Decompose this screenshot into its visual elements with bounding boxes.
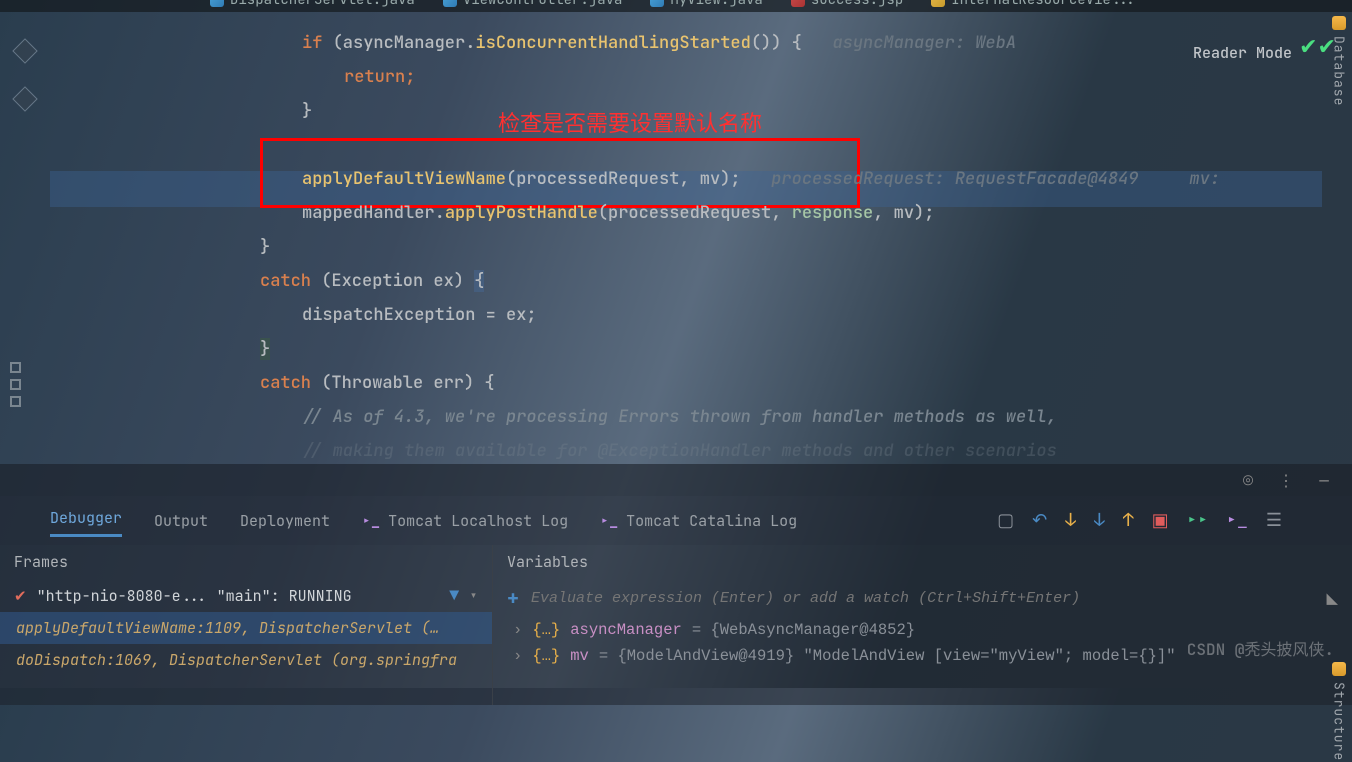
step-over-icon[interactable]: ↓ xyxy=(1065,509,1076,532)
filter-icon[interactable]: ▼ xyxy=(449,585,459,606)
run-to-cursor-icon[interactable]: ▣ xyxy=(1152,509,1169,532)
debug-tabs: Debugger Output Deployment ▸_ Tomcat Loc… xyxy=(0,496,1352,545)
tab-deployment[interactable]: Deployment xyxy=(240,507,330,535)
debug-panel-header: ◎ ⋮ — xyxy=(0,464,1352,496)
code-editor[interactable]: 检查是否需要设置默认名称 Reader Mode ✔✔ if (asyncMan… xyxy=(50,12,1352,464)
tab-internal-resource[interactable]: InternalResourceVie... xyxy=(921,0,1146,11)
java-file-icon xyxy=(210,0,224,7)
step-into-icon[interactable]: ↓ xyxy=(1094,509,1105,532)
tab-view-controller[interactable]: ViewController.java xyxy=(433,0,633,11)
database-tool-button[interactable]: Database xyxy=(1331,16,1348,106)
database-icon xyxy=(1332,16,1346,30)
layout-icon[interactable]: ▢ xyxy=(997,509,1014,532)
jsp-file-icon xyxy=(791,0,805,7)
add-watch-icon[interactable]: + xyxy=(507,585,519,611)
variables-title: Variables xyxy=(493,545,1352,579)
tab-label: MyView.java xyxy=(670,0,762,9)
expand-icon[interactable]: › xyxy=(513,647,522,665)
log-icon: ▸_ xyxy=(600,511,618,531)
fold-marker-icon[interactable] xyxy=(12,86,37,111)
tab-output[interactable]: Output xyxy=(154,507,208,535)
editor-area: 检查是否需要设置默认名称 Reader Mode ✔✔ if (asyncMan… xyxy=(0,12,1352,464)
thread-label: "http-nio-8080-e... "main": RUNNING xyxy=(37,586,440,606)
evaluate-input[interactable] xyxy=(531,590,1314,607)
thread-selector[interactable]: ✔ "http-nio-8080-e... "main": RUNNING ▼ … xyxy=(0,579,492,612)
resource-file-icon xyxy=(931,0,945,7)
evaluate-icon[interactable]: ▸_ xyxy=(1226,509,1248,532)
log-icon: ▸_ xyxy=(362,511,380,531)
structure-tool-button[interactable]: Structure xyxy=(1331,662,1348,761)
object-icon: {…} xyxy=(532,647,560,665)
watermark-text: CSDN @秃头披风侠. xyxy=(1187,636,1334,660)
evaluate-row: + ◣ xyxy=(493,579,1352,617)
editor-gutter[interactable] xyxy=(0,12,50,464)
debug-toolbar: ▢ ↶ ↓ ↓ ↑ ▣ ▸▸ ▸_ ☰ xyxy=(997,509,1302,532)
tab-debugger[interactable]: Debugger xyxy=(50,504,122,537)
structure-icon xyxy=(1332,662,1346,676)
java-file-icon xyxy=(650,0,664,7)
settings-icon[interactable]: ☰ xyxy=(1266,509,1282,532)
step-out-icon[interactable]: ↑ xyxy=(1123,509,1134,532)
chevron-down-icon[interactable]: ▾ xyxy=(469,586,478,606)
gutter-markers xyxy=(10,362,24,432)
java-file-icon xyxy=(443,0,457,7)
frames-pane: Frames ✔ "http-nio-8080-e... "main": RUN… xyxy=(0,545,493,705)
more-icon[interactable]: ⋮ xyxy=(1276,470,1296,490)
tab-tomcat-catalina-log[interactable]: ▸_ Tomcat Catalina Log xyxy=(600,507,797,535)
step-back-icon[interactable]: ↶ xyxy=(1032,509,1047,532)
tab-label: InternalResourceVie... xyxy=(951,0,1136,9)
editor-tabs: DispatcherServlet.java ViewController.ja… xyxy=(0,0,1352,12)
fold-marker-icon[interactable] xyxy=(12,38,37,63)
debug-body: Frames ✔ "http-nio-8080-e... "main": RUN… xyxy=(0,545,1352,705)
thread-status-icon: ✔ xyxy=(14,586,27,606)
variables-pane: Variables + ◣ › {…} asyncManager = {WebA… xyxy=(493,545,1352,705)
resume-icon[interactable]: ▸▸ xyxy=(1187,509,1209,532)
tab-success-jsp[interactable]: success.jsp xyxy=(781,0,913,11)
stack-frame-row[interactable]: doDispatch:1069, DispatcherServlet (org.… xyxy=(0,644,492,676)
right-tool-bar: Database Structure xyxy=(1326,0,1352,688)
tab-label: DispatcherServlet.java xyxy=(230,0,415,9)
target-icon[interactable]: ◎ xyxy=(1238,470,1258,490)
tab-dispatcher-servlet[interactable]: DispatcherServlet.java xyxy=(200,0,425,11)
frames-title: Frames xyxy=(0,545,492,579)
expand-icon[interactable]: › xyxy=(513,621,522,639)
tab-myview[interactable]: MyView.java xyxy=(640,0,772,11)
stack-frame-row[interactable]: applyDefaultViewName:1109, DispatcherSer… xyxy=(0,612,492,644)
tab-label: success.jsp xyxy=(811,0,903,9)
tab-tomcat-localhost-log[interactable]: ▸_ Tomcat Localhost Log xyxy=(362,507,568,535)
tab-label: ViewController.java xyxy=(463,0,623,9)
object-icon: {…} xyxy=(532,621,560,639)
